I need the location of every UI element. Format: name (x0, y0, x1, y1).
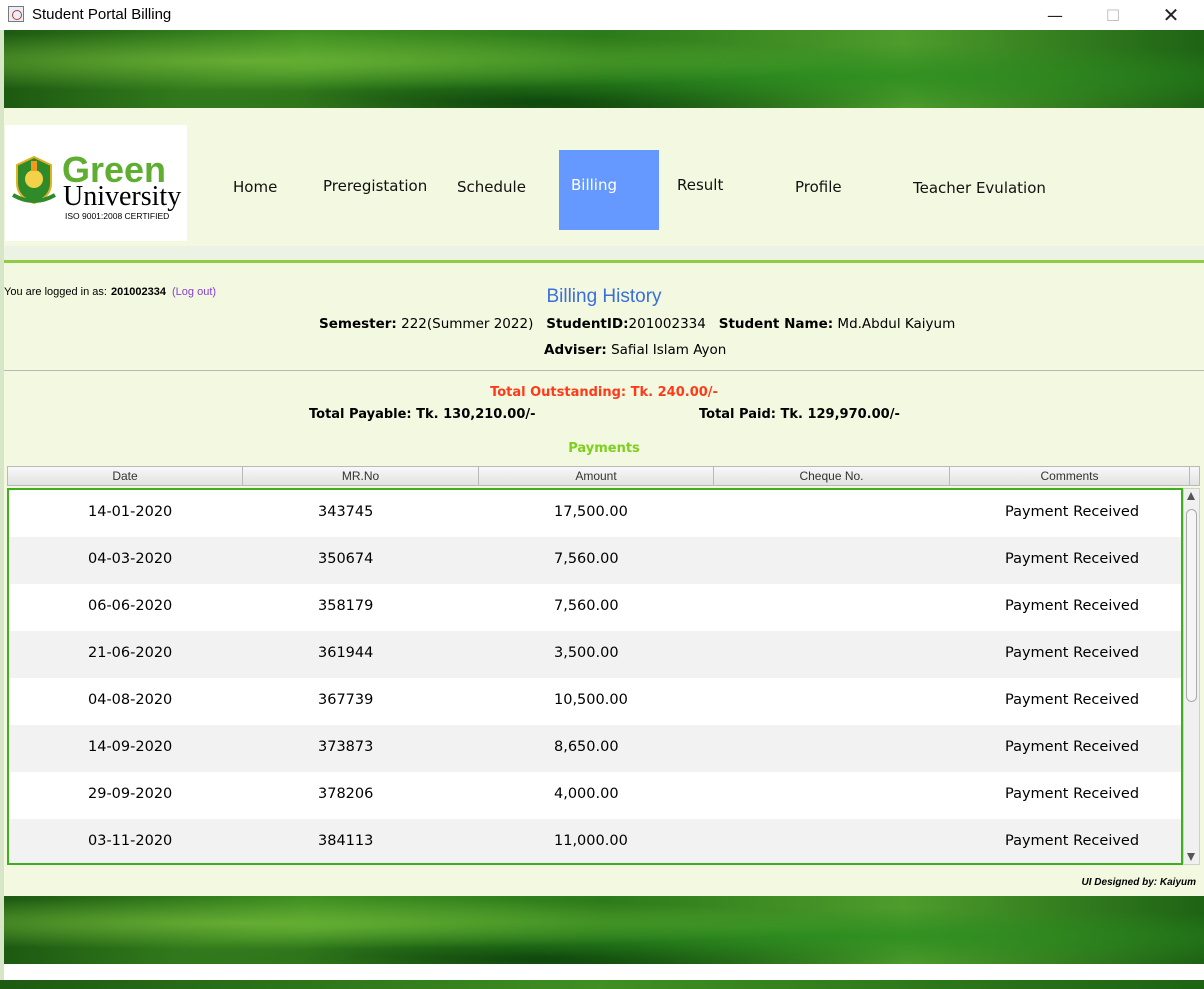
cell-date: 21-06-2020 (88, 645, 173, 661)
column-header-mr-no[interactable]: MR.No (243, 467, 479, 485)
semester-label: Semester: (319, 316, 397, 332)
maximize-button[interactable]: ☐ (1090, 0, 1136, 30)
cell-amount: 11,000.00 (554, 833, 628, 849)
cell-amount: 17,500.00 (554, 504, 628, 520)
section-divider (4, 370, 1204, 371)
cell-mr-no: 384113 (318, 833, 374, 849)
nav-profile[interactable]: Profile (795, 178, 842, 196)
scroll-up-arrow-icon[interactable] (1187, 492, 1195, 500)
payments-title: Payments (568, 441, 640, 456)
table-row[interactable]: 04-03-2020 350674 7,560.00 Payment Recei… (9, 537, 1181, 584)
cell-amount: 8,650.00 (554, 739, 619, 755)
table-row[interactable]: 14-01-2020 343745 17,500.00 Payment Rece… (9, 490, 1181, 537)
table-row[interactable]: 21-06-2020 361944 3,500.00 Payment Recei… (9, 631, 1181, 678)
cell-mr-no: 350674 (318, 551, 374, 567)
header-banner-image (4, 30, 1204, 108)
nav-billing[interactable]: Billing (559, 150, 659, 230)
cell-amount: 4,000.00 (554, 786, 619, 802)
cell-comments: Payment Received (1005, 692, 1140, 708)
table-row[interactable]: 03-11-2020 384113 11,000.00 Payment Rece… (9, 819, 1181, 863)
cell-comments: Payment Received (1005, 504, 1140, 520)
footer-strip (4, 964, 1204, 980)
cell-mr-no: 343745 (318, 504, 374, 520)
cell-mr-no: 361944 (318, 645, 374, 661)
total-outstanding: Total Outstanding: Tk. 240.00/- (490, 385, 718, 400)
cell-mr-no: 358179 (318, 598, 374, 614)
table-row[interactable]: 14-09-2020 373873 8,650.00 Payment Recei… (9, 725, 1181, 772)
student-info-line: Semester: 222(Summer 2022) StudentID:201… (319, 316, 955, 332)
total-payable: Total Payable: Tk. 130,210.00/- (309, 407, 536, 422)
payments-table-header: Date MR.No Amount Cheque No. Comments (7, 466, 1200, 486)
table-row[interactable]: 29-09-2020 378206 4,000.00 Payment Recei… (9, 772, 1181, 819)
column-header-date[interactable]: Date (8, 467, 243, 485)
total-paid: Total Paid: Tk. 129,970.00/- (699, 407, 900, 422)
cell-comments: Payment Received (1005, 739, 1140, 755)
cell-amount: 7,560.00 (554, 551, 619, 567)
java-app-icon (8, 6, 24, 22)
close-button[interactable]: ✕ (1148, 0, 1194, 30)
cell-mr-no: 367739 (318, 692, 374, 708)
adviser-value: Safial Islam Ayon (611, 342, 727, 358)
student-id-value: 201002334 (628, 316, 706, 332)
student-name-value: Md.Abdul Kaiyum (837, 316, 956, 332)
cell-amount: 3,500.00 (554, 645, 619, 661)
nav-teacher-evaluation[interactable]: Teacher Evulation (913, 179, 1046, 197)
logo-certification: ISO 9001:2008 CERTIFIED (65, 211, 170, 221)
nav-result[interactable]: Result (677, 176, 723, 194)
cell-comments: Payment Received (1005, 551, 1140, 567)
column-header-amount[interactable]: Amount (479, 467, 714, 485)
semester-value: 222(Summer 2022) (401, 316, 534, 332)
cell-date: 29-09-2020 (88, 786, 173, 802)
cell-comments: Payment Received (1005, 598, 1140, 614)
footer-banner-image (4, 896, 1204, 964)
cell-comments: Payment Received (1005, 786, 1140, 802)
nav-separator-band (4, 246, 1204, 260)
table-row[interactable]: 06-06-2020 358179 7,560.00 Payment Recei… (9, 584, 1181, 631)
column-header-cheque-no[interactable]: Cheque No. (714, 467, 950, 485)
background-edge (0, 980, 1204, 989)
cell-date: 04-03-2020 (88, 551, 173, 567)
designer-credit: UI Designed by: Kaiyum (1081, 877, 1196, 888)
student-id-label: StudentID: (546, 316, 629, 332)
column-header-comments[interactable]: Comments (950, 467, 1190, 485)
adviser-line: Adviser: Safial Islam Ayon (544, 342, 726, 358)
cell-comments: Payment Received (1005, 645, 1140, 661)
logo-word-university: University (63, 181, 182, 212)
title-bar: Student Portal Billing — ☐ ✕ (0, 0, 1204, 30)
page-title: Billing History (546, 286, 662, 307)
main-content: Green University ISO 9001:2008 CERTIFIED… (4, 108, 1204, 896)
cell-date: 14-01-2020 (88, 504, 173, 520)
nav-separator-line (4, 260, 1204, 263)
cell-amount: 10,500.00 (554, 692, 628, 708)
cell-date: 04-08-2020 (88, 692, 173, 708)
nav-preregistration[interactable]: Preregistation (323, 177, 427, 195)
student-name-label: Student Name: (718, 316, 834, 332)
minimize-button[interactable]: — (1032, 0, 1078, 30)
payments-table: 14-01-2020 343745 17,500.00 Payment Rece… (7, 488, 1183, 865)
nav-schedule[interactable]: Schedule (457, 178, 526, 196)
cell-amount: 7,560.00 (554, 598, 619, 614)
university-emblem-icon (12, 155, 56, 205)
cell-comments: Payment Received (1005, 833, 1140, 849)
cell-mr-no: 378206 (318, 786, 374, 802)
cell-date: 03-11-2020 (88, 833, 173, 849)
nav-billing-label: Billing (571, 176, 617, 194)
adviser-label: Adviser: (544, 342, 607, 358)
table-scrollbar[interactable] (1183, 488, 1200, 865)
scrollbar-thumb[interactable] (1186, 509, 1197, 702)
cell-mr-no: 373873 (318, 739, 374, 755)
nav-home[interactable]: Home (233, 178, 277, 196)
table-row[interactable]: 04-08-2020 367739 10,500.00 Payment Rece… (9, 678, 1181, 725)
window-title: Student Portal Billing (32, 6, 172, 23)
cell-date: 06-06-2020 (88, 598, 173, 614)
cell-date: 14-09-2020 (88, 739, 173, 755)
university-logo: Green University ISO 9001:2008 CERTIFIED (5, 125, 187, 241)
scroll-down-arrow-icon[interactable] (1187, 853, 1195, 861)
